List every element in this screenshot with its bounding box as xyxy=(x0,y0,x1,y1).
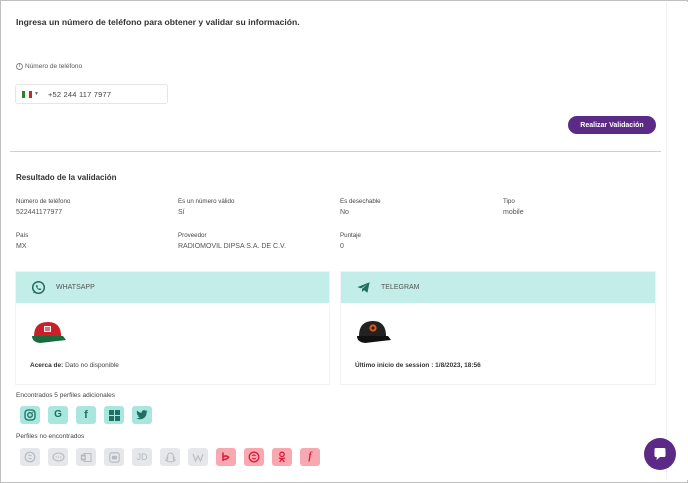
divider xyxy=(10,151,661,152)
facebook-icon[interactable]: f xyxy=(76,406,96,424)
jd-text: JD xyxy=(136,451,148,462)
field-label-phone: Número de teléfono xyxy=(16,198,71,205)
instagram-icon[interactable] xyxy=(20,406,40,424)
field-value-type: mobile xyxy=(503,209,524,216)
field-label-provider: Proveedor xyxy=(178,232,207,239)
telegram-last-session: Último inicio de session : 1/8/2023, 18:… xyxy=(355,362,481,369)
scrollbar[interactable] xyxy=(666,2,688,480)
outlook-icon[interactable] xyxy=(76,448,96,466)
telegram-card: TELEGRAM Último inicio de session : 1/8/… xyxy=(340,271,656,385)
snapchat-icon[interactable] xyxy=(160,448,180,466)
not-found-profiles-label: Perfiles no encontrados xyxy=(16,433,85,440)
field-value-score: 0 xyxy=(340,243,344,250)
info-icon: i xyxy=(16,63,23,70)
google-icon[interactable]: G xyxy=(48,406,68,424)
odnoklassniki-icon[interactable] xyxy=(272,448,292,466)
page-title: Ingresa un número de teléfono para obten… xyxy=(16,17,300,27)
telegram-icon xyxy=(355,280,371,296)
phone-input[interactable]: +52 244 117 7977 xyxy=(48,90,111,99)
skype-icon[interactable] xyxy=(20,448,40,466)
chevron-down-icon[interactable]: ▼ xyxy=(34,91,39,97)
mexico-flag-icon[interactable] xyxy=(22,90,32,98)
telegram-profile-picture[interactable] xyxy=(353,316,393,348)
flickr-icon[interactable]: f xyxy=(300,448,320,466)
field-value-country: MX xyxy=(16,243,27,250)
field-value-provider: RADIOMOVIL DIPSA S.A. DE C.V. xyxy=(178,243,287,250)
phone-field[interactable]: ▼ +52 244 117 7977 xyxy=(15,84,168,104)
result-title: Resultado de la validación xyxy=(16,173,117,182)
telegram-name: TELEGRAM xyxy=(381,284,420,291)
whatsapp-about-value: Dato no disponible xyxy=(65,362,119,369)
whatsapp-about-label: Acerca de: xyxy=(30,362,64,369)
jd-icon[interactable]: JD xyxy=(132,448,152,466)
field-label-disposable: Es desechable xyxy=(340,198,381,205)
field-value-disposable: No xyxy=(340,209,349,216)
yelp-icon[interactable] xyxy=(216,448,236,466)
whatsapp-profile-picture[interactable] xyxy=(28,316,68,348)
skype-red-icon[interactable] xyxy=(244,448,264,466)
field-value-phone: 522441177977 xyxy=(16,209,63,216)
whatsapp-card: WHATSAPP Acerca de: Dato no disponible xyxy=(15,271,330,385)
field-label-valid: Es un número válido xyxy=(178,198,235,205)
chat-widget-button[interactable] xyxy=(644,438,676,470)
twitter-icon[interactable] xyxy=(132,406,152,424)
chat-bubble-icon[interactable] xyxy=(48,448,68,466)
validate-button[interactable]: Realizar Validación xyxy=(568,116,656,134)
whatsapp-card-header: WHATSAPP xyxy=(16,272,329,303)
linkedin-icon[interactable] xyxy=(104,448,124,466)
whatsapp-about: Acerca de: Dato no disponible xyxy=(30,362,119,369)
whatsapp-icon xyxy=(30,280,46,296)
wallet-icon[interactable] xyxy=(188,448,208,466)
field-value-valid: Sí xyxy=(178,209,185,216)
telegram-card-header: TELEGRAM xyxy=(341,272,655,303)
microsoft-icon[interactable] xyxy=(104,406,124,424)
whatsapp-name: WHATSAPP xyxy=(56,284,95,291)
field-label-type: Tipo xyxy=(503,198,515,205)
found-profiles-label: Encontrados 5 perfiles adicionales xyxy=(16,392,116,399)
field-label-score: Puntaje xyxy=(340,232,361,239)
phone-label: Número de teléfono xyxy=(25,63,83,70)
field-label-country: País xyxy=(16,232,29,239)
chat-icon xyxy=(654,448,666,460)
